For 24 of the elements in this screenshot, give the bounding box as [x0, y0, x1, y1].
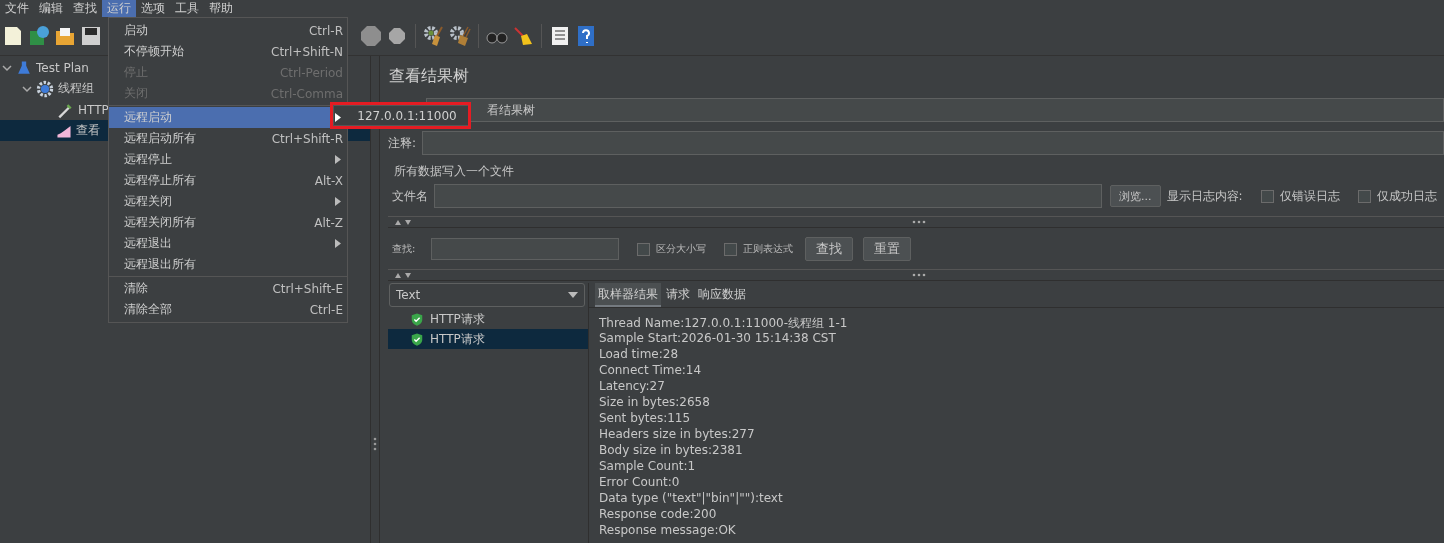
- result-line: Headers size in bytes:277: [599, 427, 756, 443]
- field-label: 注释:: [388, 134, 417, 152]
- result-line: Sample Start:2026-01-30 15:14:38 CST: [599, 331, 837, 347]
- result-line: Sample Count:1: [599, 459, 697, 475]
- field-label: 显示日志内容:: [1166, 187, 1243, 205]
- panel-title: 查看结果树: [389, 66, 470, 87]
- group-title: 所有数据写入一个文件: [394, 163, 515, 180]
- checkbox-label: 正则表达式: [743, 242, 794, 256]
- result-line: Latency:27: [599, 379, 666, 395]
- checkbox-label: 区分大小写: [656, 242, 707, 256]
- field-label: 查找:: [392, 242, 416, 256]
- result-line: Data type ("text"|"bin"|""):text: [599, 491, 784, 507]
- result-line: Response message:OK: [599, 523, 737, 539]
- result-line: Load time:28: [599, 347, 680, 363]
- field-label: 文件名: [392, 187, 428, 205]
- result-line: Sent bytes:115: [599, 411, 692, 427]
- result-line: Response code:200: [599, 507, 718, 523]
- result-line: Size in bytes:2658: [599, 395, 711, 411]
- result-line: Connect Time:14: [599, 363, 703, 379]
- result-line: Error Count:0: [599, 475, 681, 491]
- checkbox-label: 仅错误日志: [1279, 187, 1340, 205]
- result-line: Thread Name:127.0.0.1:11000-线程组 1-1: [599, 315, 849, 331]
- checkbox-label: 仅成功日志: [1376, 187, 1437, 205]
- result-line: Body size in bytes:2381: [599, 443, 744, 459]
